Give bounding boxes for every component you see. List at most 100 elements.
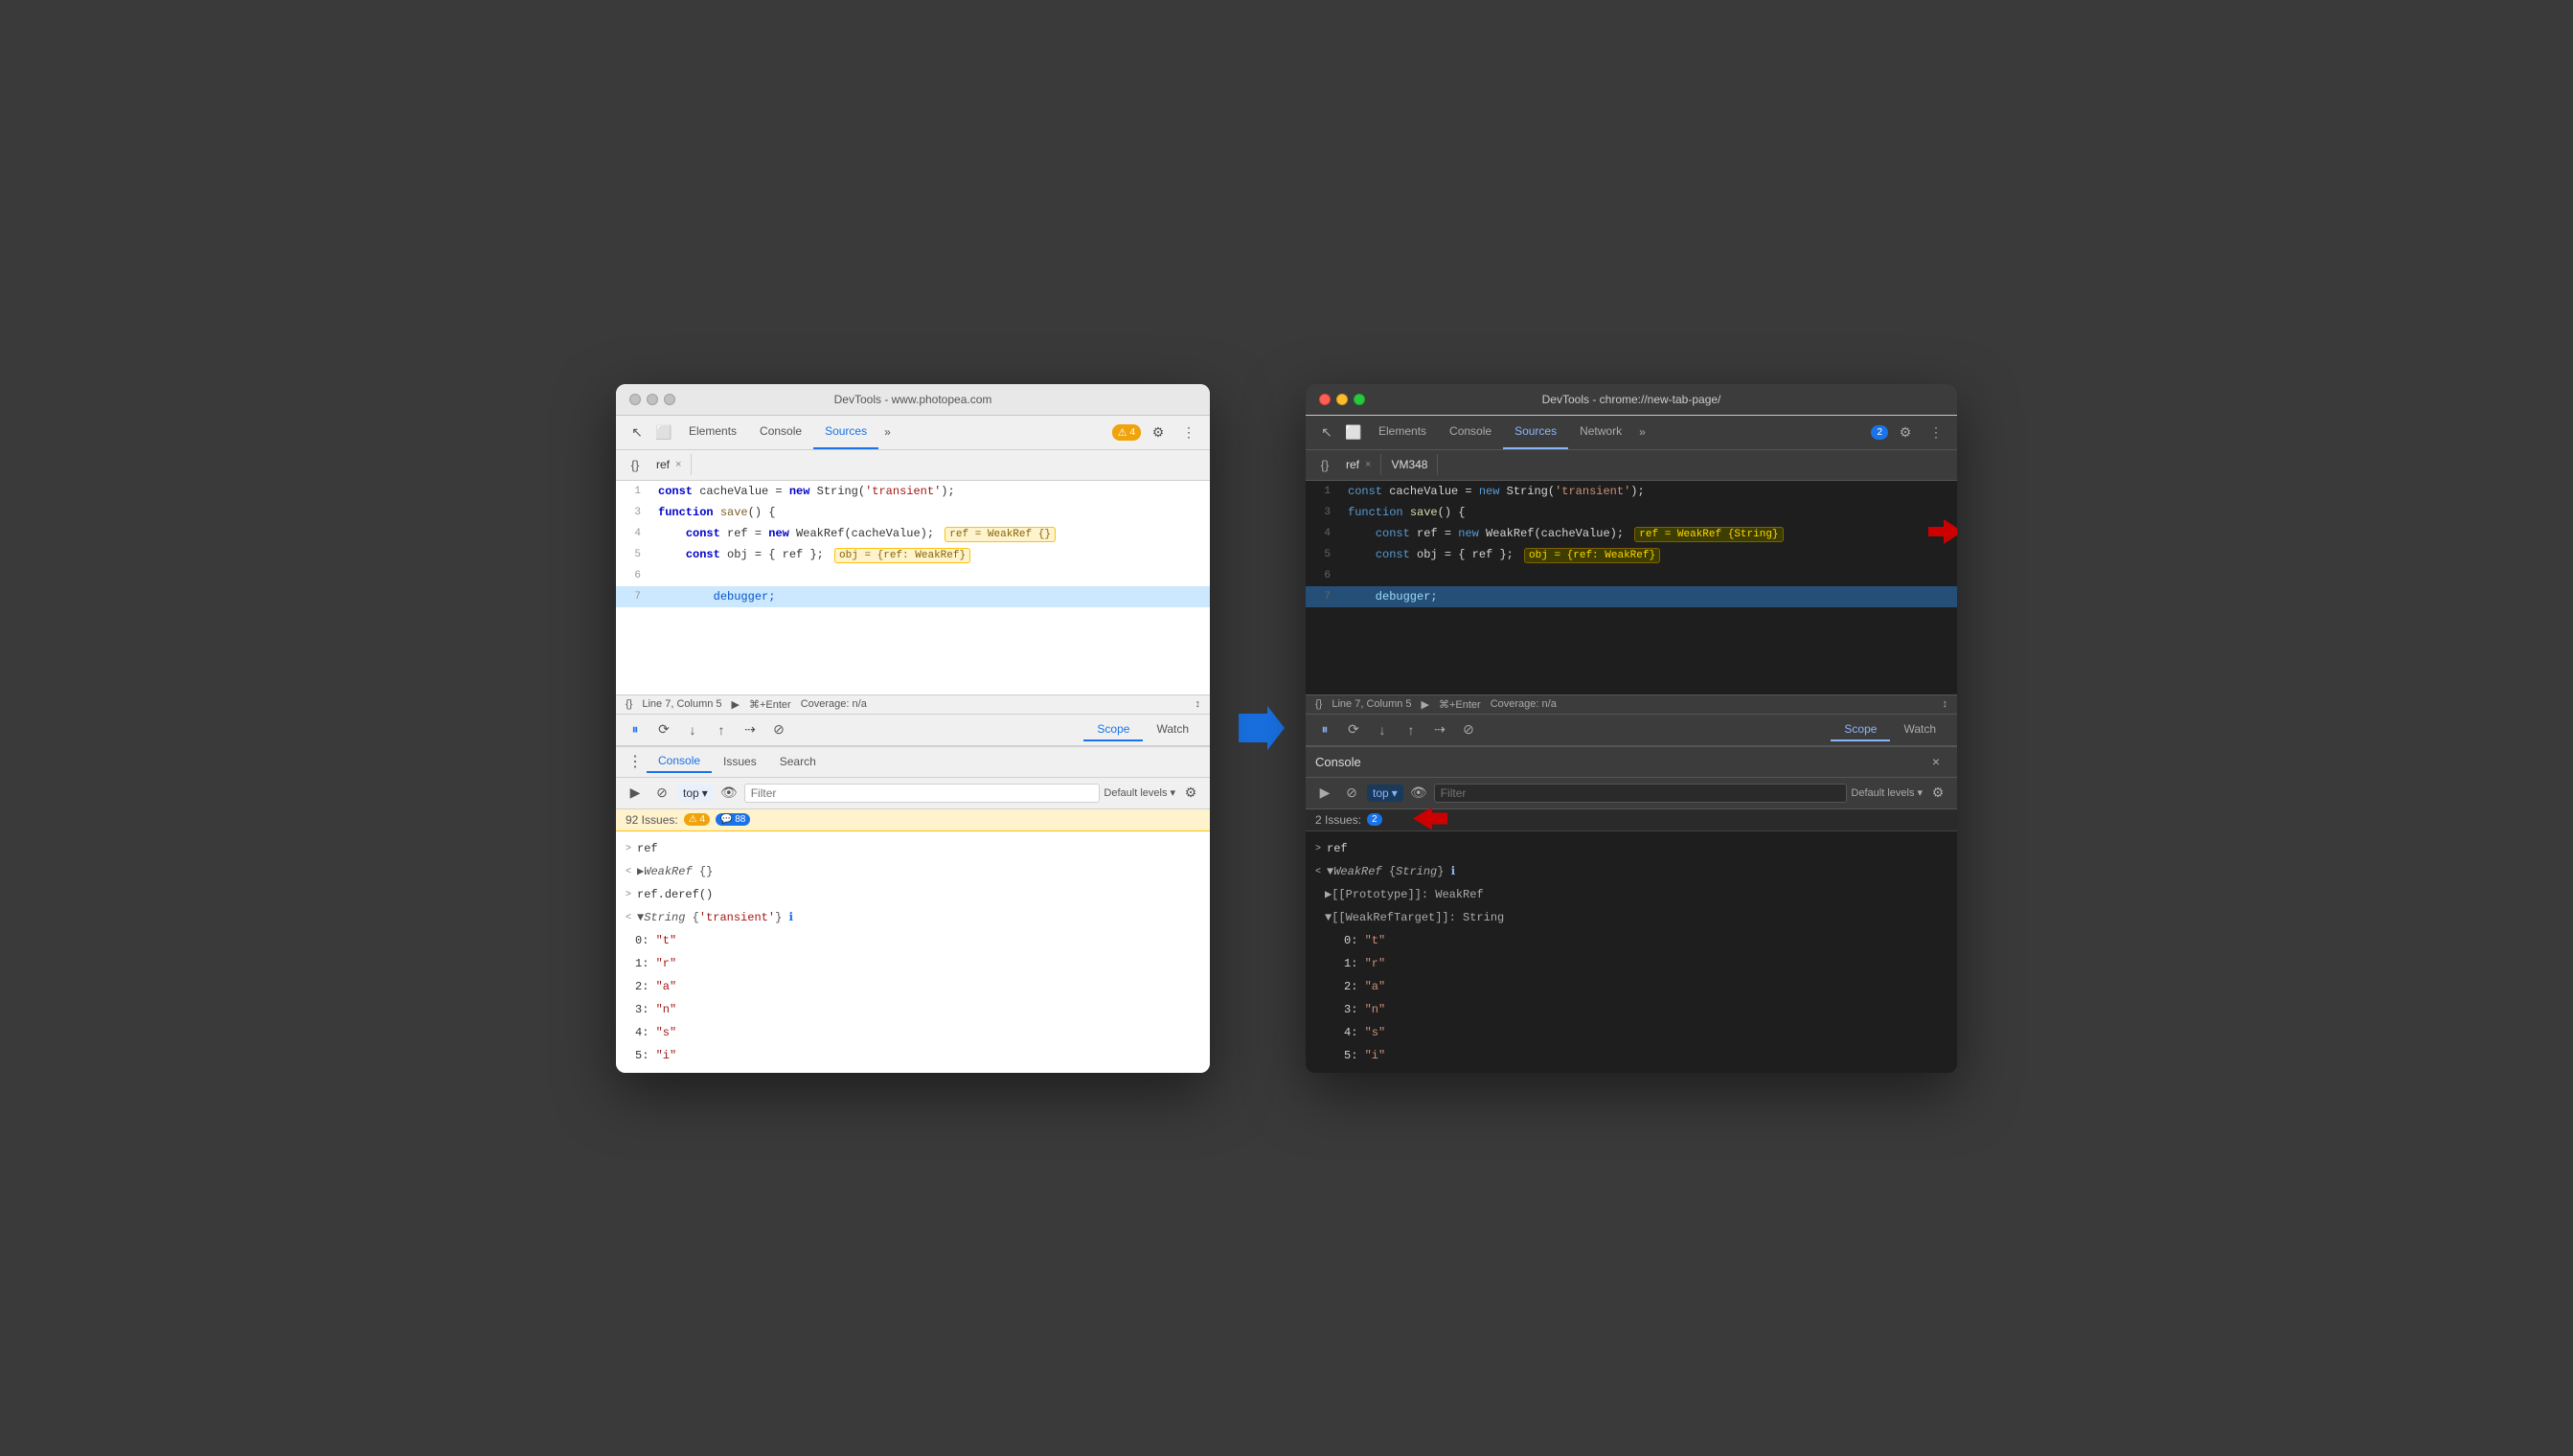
left-top-label: top <box>683 786 699 800</box>
right-console-close[interactable]: × <box>1924 750 1947 773</box>
right-console-header: Console × <box>1306 747 1957 778</box>
right-close-button[interactable] <box>1319 394 1331 405</box>
left-file-tab-ref-label: ref <box>656 458 670 471</box>
right-console-entry-8: 4: "s" <box>1306 1021 1957 1044</box>
left-top-dropdown[interactable]: top ▾ <box>677 785 714 802</box>
left-step-out-btn[interactable]: ↑ <box>710 718 733 741</box>
right-red-arrow-issues <box>1411 805 1449 834</box>
left-console-ban-btn[interactable]: ⊘ <box>650 782 673 805</box>
left-close-button[interactable] <box>629 394 641 405</box>
right-console-entry-7: 3: "n" <box>1306 998 1957 1021</box>
right-more-icon[interactable]: ⋮ <box>1923 419 1949 445</box>
left-console-play-btn[interactable]: ▶ <box>624 782 647 805</box>
right-run-icon[interactable]: ▶ <box>1422 698 1429 711</box>
right-watch-tab[interactable]: Watch <box>1890 718 1949 741</box>
left-more-tabs[interactable]: » <box>878 421 897 443</box>
right-settings-icon[interactable]: ⚙ <box>1892 419 1919 445</box>
left-devtools-window: DevTools - www.photopea.com ↖ ⬜ Elements… <box>616 384 1210 1073</box>
right-console-settings-btn[interactable]: ⚙ <box>1926 782 1949 805</box>
right-tab-sources[interactable]: Sources <box>1503 415 1568 449</box>
right-minimize-button[interactable] <box>1336 394 1348 405</box>
right-curly-brace: {} <box>1315 698 1322 710</box>
right-more-tabs[interactable]: » <box>1633 421 1651 443</box>
right-device-icon[interactable]: ⬜ <box>1340 419 1367 445</box>
right-console-entry-6: 2: "a" <box>1306 975 1957 998</box>
console-entry-5: 1: "r" <box>616 952 1210 975</box>
left-cursor-icon[interactable]: ↖ <box>624 419 650 445</box>
console-entry-7: 3: "n" <box>616 998 1210 1021</box>
right-step-into-btn[interactable]: ↓ <box>1371 718 1394 741</box>
console-entry-8: 4: "s" <box>616 1021 1210 1044</box>
right-file-tab-ref-label: ref <box>1346 458 1359 471</box>
right-panel-tabs: {} ref × VM348 <box>1306 450 1957 481</box>
right-code-line-2: 3 function save() { <box>1306 502 1957 523</box>
right-console-play-btn[interactable]: ▶ <box>1313 782 1336 805</box>
console-entry-2: > ref.deref() <box>616 883 1210 906</box>
right-maximize-button[interactable] <box>1354 394 1365 405</box>
left-tab-sources[interactable]: Sources <box>813 415 878 449</box>
right-file-tab-vm[interactable]: VM348 <box>1381 454 1438 475</box>
left-devtools-body: {} ref × 1 const cacheValue = new String… <box>616 450 1210 1073</box>
left-scope-tab[interactable]: Scope <box>1083 718 1143 741</box>
left-filter-input[interactable] <box>744 784 1101 803</box>
right-tab-console[interactable]: Console <box>1438 415 1503 449</box>
right-console-entry-3: ▼[[WeakRefTarget]]: String <box>1306 906 1957 929</box>
left-bottom-dots[interactable]: ⋮ <box>624 750 647 773</box>
right-tab-network[interactable]: Network <box>1568 415 1633 449</box>
left-pause-btn[interactable]: ⏸ <box>624 718 647 741</box>
left-file-tab-close[interactable]: × <box>675 459 681 470</box>
right-code-line-3: 4 const ref = new WeakRef(cacheValue); r… <box>1306 523 1957 544</box>
left-step-into-btn[interactable]: ↓ <box>681 718 704 741</box>
left-step-btn[interactable]: ⇢ <box>739 718 762 741</box>
left-console-tab[interactable]: Console <box>647 750 712 773</box>
left-wrap-icon[interactable]: ↕ <box>1195 698 1201 710</box>
left-badge-inline-obj: obj = {ref: WeakRef} <box>834 548 970 563</box>
right-file-tab-vm-label: VM348 <box>1391 458 1427 471</box>
left-sidebar-toggle[interactable]: {} <box>624 453 647 476</box>
right-top-dropdown[interactable]: top ▾ <box>1367 785 1403 802</box>
right-console-entry-0: > ref <box>1306 837 1957 860</box>
right-titlebar: DevTools - chrome://new-tab-page/ <box>1306 384 1957 416</box>
right-pause-btn[interactable]: ⏸ <box>1313 718 1336 741</box>
console-entry-6: 2: "a" <box>616 975 1210 998</box>
left-issues-tab[interactable]: Issues <box>712 751 768 772</box>
right-deactivate-btn[interactable]: ⊘ <box>1457 718 1480 741</box>
left-file-tab-ref[interactable]: ref × <box>647 454 692 475</box>
right-step-out-btn[interactable]: ↑ <box>1400 718 1423 741</box>
right-sidebar-toggle[interactable]: {} <box>1313 453 1336 476</box>
left-eye-btn[interactable]: 👁 <box>717 782 740 805</box>
right-filter-input[interactable] <box>1434 784 1848 803</box>
left-console-toolbar: ▶ ⊘ top ▾ 👁 Default levels ▾ ⚙ <box>616 778 1210 809</box>
left-tab-elements[interactable]: Elements <box>677 415 748 449</box>
right-file-tab-close[interactable]: × <box>1365 459 1371 470</box>
left-run-icon[interactable]: ▶ <box>732 698 740 711</box>
left-settings-icon[interactable]: ⚙ <box>1145 419 1172 445</box>
right-devtools-body: {} ref × VM348 1 const cacheValue = new … <box>1306 450 1957 1073</box>
left-levels-btn[interactable]: Default levels ▾ <box>1104 786 1175 799</box>
left-step-over-btn[interactable]: ⟳ <box>652 718 675 741</box>
left-minimize-button[interactable] <box>647 394 658 405</box>
console-entry-1: < ▶WeakRef {} <box>616 860 1210 883</box>
left-maximize-button[interactable] <box>664 394 675 405</box>
left-more-icon[interactable]: ⋮ <box>1175 419 1202 445</box>
right-eye-btn[interactable]: 👁 <box>1407 782 1430 805</box>
right-wrap-icon[interactable]: ↕ <box>1943 698 1948 710</box>
left-console-settings-btn[interactable]: ⚙ <box>1179 782 1202 805</box>
right-scope-tab[interactable]: Scope <box>1831 718 1890 741</box>
left-deactivate-btn[interactable]: ⊘ <box>767 718 790 741</box>
right-cursor-icon[interactable]: ↖ <box>1313 419 1340 445</box>
right-levels-btn[interactable]: Default levels ▾ <box>1851 786 1923 799</box>
left-tab-console[interactable]: Console <box>748 415 813 449</box>
left-watch-tab[interactable]: Watch <box>1143 718 1202 741</box>
right-status-bar: {} Line 7, Column 5 ▶ ⌘+Enter Coverage: … <box>1306 694 1957 715</box>
right-debugger-toolbar: ⏸ ⟳ ↓ ↑ ⇢ ⊘ Scope Watch <box>1306 715 1957 746</box>
right-step-over-btn[interactable]: ⟳ <box>1342 718 1365 741</box>
left-device-icon[interactable]: ⬜ <box>650 419 677 445</box>
right-file-tab-ref[interactable]: ref × <box>1336 454 1381 475</box>
right-step-btn[interactable]: ⇢ <box>1428 718 1451 741</box>
left-search-tab[interactable]: Search <box>768 751 828 772</box>
right-tab-elements[interactable]: Elements <box>1367 415 1438 449</box>
left-badge: ⚠ 4 <box>1112 424 1141 441</box>
right-console-ban-btn[interactable]: ⊘ <box>1340 782 1363 805</box>
left-titlebar: DevTools - www.photopea.com <box>616 384 1210 416</box>
